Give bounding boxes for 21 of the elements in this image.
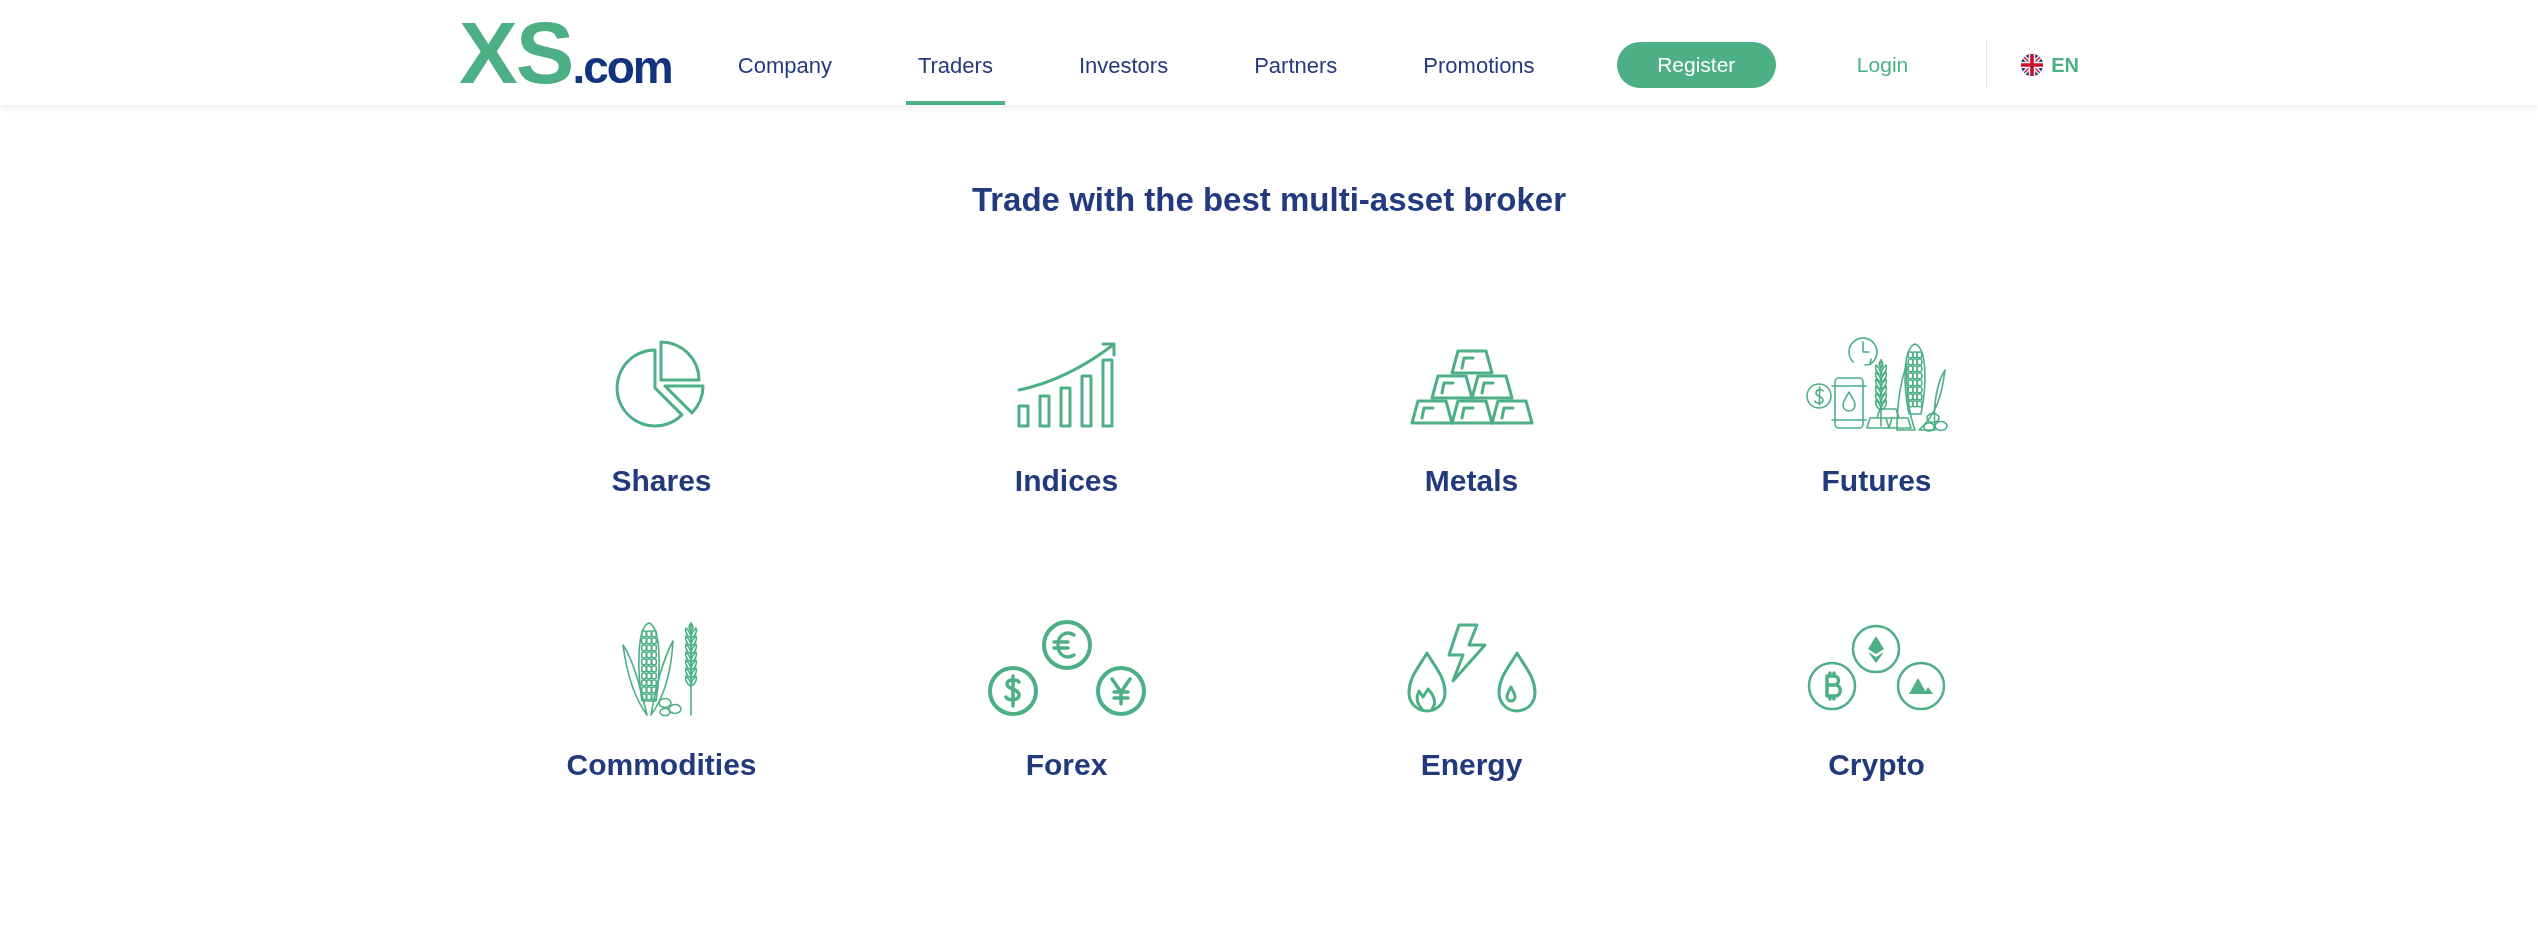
category-link[interactable]: Commodities: [566, 618, 757, 783]
category-link[interactable]: Energy: [1406, 618, 1537, 783]
currency-coins-icon: [985, 618, 1148, 718]
flame-bolt-drop-icon: [1406, 623, 1537, 713]
crypto-coins-icon: [1806, 623, 1947, 713]
category-link[interactable]: Shares: [611, 334, 712, 499]
category-link[interactable]: Crypto: [1806, 618, 1947, 783]
nav-link[interactable]: Promotions: [1411, 24, 1547, 105]
logo[interactable]: XS.com: [459, 8, 672, 97]
nav-link[interactable]: Traders: [905, 24, 1005, 105]
nav-link[interactable]: Partners: [1242, 24, 1350, 105]
flag-icon: [2021, 53, 2044, 76]
nav-link[interactable]: Company: [725, 24, 844, 105]
nav-link[interactable]: Investors: [1066, 24, 1181, 105]
rising-bar-chart-icon: [1016, 340, 1117, 428]
category-link[interactable]: Metals: [1409, 334, 1534, 499]
category-link[interactable]: Forex: [985, 618, 1148, 783]
category-link[interactable]: Indices: [1014, 334, 1119, 499]
clock-barrel-grain-icon: [1804, 334, 1949, 434]
category-link[interactable]: Futures: [1804, 334, 1949, 499]
section-heading: Trade with the best multi-asset broker: [970, 180, 1568, 220]
